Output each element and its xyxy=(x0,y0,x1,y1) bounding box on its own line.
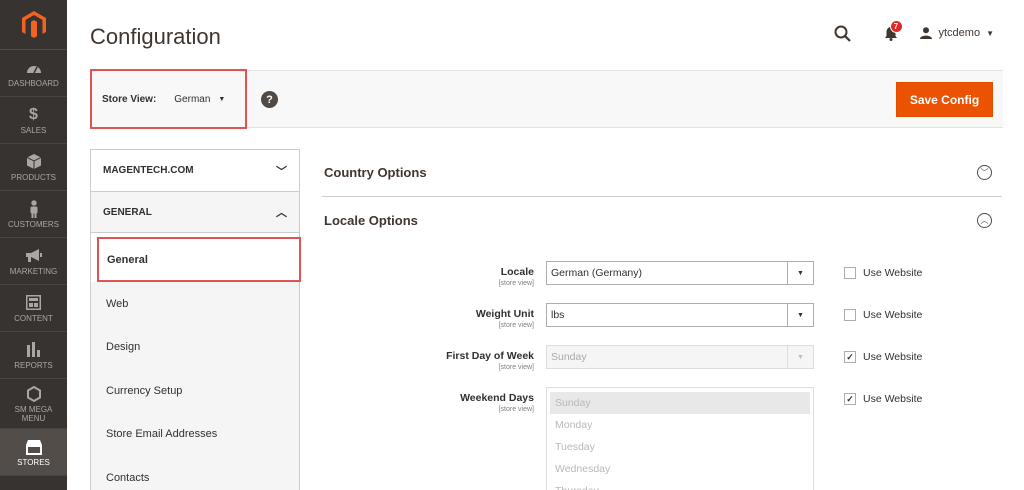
store-view-value: German xyxy=(174,93,211,105)
field-scope: [store view] xyxy=(498,322,534,329)
weight-unit-select[interactable]: lbs ▼ xyxy=(546,303,814,327)
page-actions-toolbar: Store View: German ▼ ? Save Config xyxy=(90,69,1003,129)
tab-group-general[interactable]: GENERAL ︿ xyxy=(91,191,299,233)
nav-dashboard[interactable]: Dashboard xyxy=(0,50,67,97)
tab-group-label: MAGENTECH.COM xyxy=(103,165,194,176)
hexagon-icon xyxy=(26,385,41,403)
box-icon xyxy=(26,153,41,171)
use-website-weight-unit[interactable]: Use Website xyxy=(844,309,922,321)
select-value: lbs xyxy=(551,309,565,321)
store-view-switcher[interactable]: Store View: German ▼ xyxy=(90,69,247,129)
chevron-down-icon: ▼ xyxy=(218,95,226,103)
tab-group-magentech[interactable]: MAGENTECH.COM ﹀ xyxy=(91,149,299,191)
tab-design[interactable]: Design xyxy=(91,325,299,369)
section-country-options[interactable]: Country Options ﹀ xyxy=(322,149,1002,197)
list-item: Monday xyxy=(555,419,593,431)
header-actions: 7 ytcdemo ▼ xyxy=(832,20,994,44)
checkbox-label: Use Website xyxy=(863,267,923,279)
store-view-dropdown[interactable]: German ▼ xyxy=(174,94,225,105)
field-label: Locale xyxy=(500,266,534,278)
chevron-down-icon: ﹀ xyxy=(276,165,287,178)
admin-nav: Dashboard $ Sales Products Customers Mar… xyxy=(0,0,67,490)
checkbox[interactable] xyxy=(844,267,856,279)
list-item: Thursday xyxy=(550,480,810,490)
section-title: Country Options xyxy=(324,165,427,180)
tab-contacts[interactable]: Contacts xyxy=(91,456,299,490)
bar-chart-icon xyxy=(26,341,41,359)
chevron-down-icon[interactable]: ﹀ xyxy=(977,165,992,180)
tab-general[interactable]: General xyxy=(97,237,301,282)
magento-logo-icon xyxy=(21,10,46,38)
nav-content[interactable]: Content xyxy=(0,285,67,332)
magento-logo[interactable] xyxy=(0,0,67,50)
dollar-icon: $ xyxy=(29,105,38,123)
nav-reports[interactable]: Reports xyxy=(0,332,67,379)
dashboard-icon xyxy=(26,59,42,77)
chevron-up-icon: ︿ xyxy=(276,207,287,219)
megaphone-icon xyxy=(25,247,43,265)
tab-group-label: GENERAL xyxy=(103,206,152,218)
tab-currency-setup[interactable]: Currency Setup xyxy=(91,369,299,413)
config-tabs: MAGENTECH.COM ﹀ GENERAL ︿ General Web De… xyxy=(90,149,301,490)
help-icon[interactable]: ? xyxy=(261,91,278,108)
nav-customers[interactable]: Customers xyxy=(0,191,67,238)
nav-products[interactable]: Products xyxy=(0,144,67,191)
section-title: Locale Options xyxy=(324,213,418,228)
weekend-days-multiselect: Sunday Monday Tuesday Wednesday Thursday xyxy=(546,387,814,490)
select-value: Sunday xyxy=(551,351,587,363)
checkbox-label: Use Website xyxy=(863,351,923,363)
checkbox-checked[interactable]: ✓ xyxy=(844,351,856,363)
layout-icon xyxy=(26,294,41,312)
list-item: Tuesday xyxy=(555,441,595,453)
checkbox-checked[interactable]: ✓ xyxy=(844,393,856,405)
list-item: Sunday xyxy=(550,392,810,414)
field-label: First Day of Week xyxy=(446,350,534,362)
use-website-locale[interactable]: Use Website xyxy=(844,267,922,279)
chevron-down-icon: ▼ xyxy=(787,262,813,284)
username: ytcdemo xyxy=(938,27,981,39)
person-icon xyxy=(29,199,39,218)
checkbox-label: Use Website xyxy=(863,309,923,321)
chevron-up-icon[interactable]: ︿ xyxy=(977,213,992,228)
nav-marketing[interactable]: Marketing xyxy=(0,238,67,285)
field-label: Weekend Days xyxy=(460,392,534,404)
checkbox-label: Use Website xyxy=(863,393,923,405)
tab-web[interactable]: Web xyxy=(91,282,299,326)
field-scope: [store view] xyxy=(498,364,534,371)
tab-store-email-addresses[interactable]: Store Email Addresses xyxy=(91,412,299,456)
user-icon xyxy=(919,27,932,39)
search-icon xyxy=(834,25,851,42)
store-view-label: Store View: xyxy=(102,93,157,105)
chevron-down-icon: ▼ xyxy=(986,28,994,38)
chevron-down-icon: ▼ xyxy=(787,346,813,368)
save-config-button[interactable]: Save Config xyxy=(896,82,993,117)
search-button[interactable] xyxy=(832,22,854,44)
notifications-count: 7 xyxy=(889,20,903,33)
page-title: Configuration xyxy=(90,24,221,49)
field-scope: [store view] xyxy=(498,280,534,287)
section-locale-options[interactable]: Locale Options ︿ xyxy=(322,197,1002,245)
select-value: German (Germany) xyxy=(551,267,643,279)
locale-select[interactable]: German (Germany) ▼ xyxy=(546,261,814,285)
nav-sm-mega-menu[interactable]: SM Mega Menu xyxy=(0,379,67,429)
first-day-select: Sunday ▼ xyxy=(546,345,814,369)
chevron-down-icon: ▼ xyxy=(787,304,813,326)
notifications-button[interactable]: 7 xyxy=(880,20,903,44)
nav-stores[interactable]: Stores xyxy=(0,429,67,476)
use-website-first-day[interactable]: ✓ Use Website xyxy=(844,351,922,363)
store-icon xyxy=(25,438,43,456)
field-label: Weight Unit xyxy=(475,308,534,320)
user-menu[interactable]: ytcdemo ▼ xyxy=(919,27,994,39)
nav-sales[interactable]: $ Sales xyxy=(0,97,67,144)
list-item: Wednesday xyxy=(555,463,611,475)
checkbox[interactable] xyxy=(844,309,856,321)
use-website-weekend-days[interactable]: ✓ Use Website xyxy=(844,393,922,405)
field-scope: [store view] xyxy=(498,406,534,413)
main-content: Configuration 7 ytcdemo ▼ Store View: Ge… xyxy=(67,0,1024,490)
